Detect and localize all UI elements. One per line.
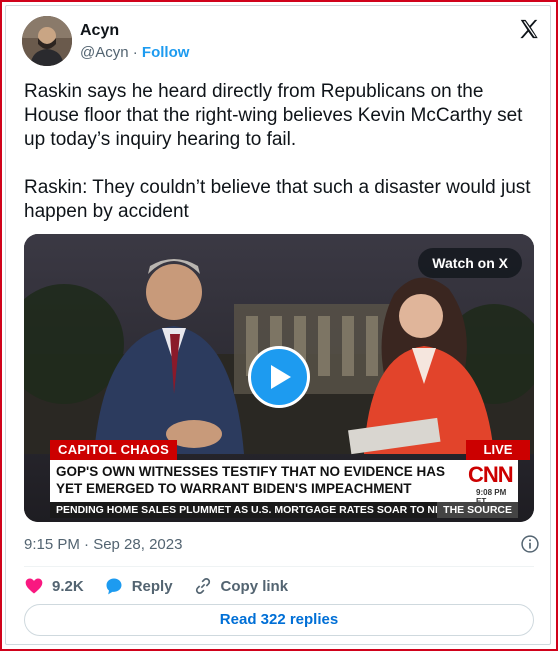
speech-bubble-icon — [106, 578, 122, 595]
follow-button[interactable]: Follow — [142, 44, 190, 61]
handle-separator: · — [132, 44, 138, 61]
chyron-section-label: CAPITOL CHAOS — [50, 440, 178, 460]
author-name[interactable]: Acyn — [80, 22, 119, 40]
read-replies-button[interactable]: Read 322 replies — [24, 604, 534, 636]
play-button[interactable] — [248, 346, 310, 408]
ticker-source: THE SOURCE — [437, 502, 518, 518]
divider — [24, 566, 534, 567]
chyron-headline: GOP'S OWN WITNESSES TESTIFY THAT NO EVID… — [56, 464, 445, 496]
reply-button[interactable]: Reply — [104, 576, 173, 596]
action-bar: 9.2K Reply Copy link — [24, 574, 308, 598]
avatar-image — [22, 16, 72, 66]
copy-link-button[interactable]: Copy link — [193, 576, 289, 596]
like-button[interactable]: 9.2K — [24, 576, 84, 596]
tweet-timestamp[interactable]: 9:15 PM · Sep 28, 2023 — [24, 536, 182, 553]
author-avatar[interactable] — [22, 16, 72, 66]
author-handle-row: @Acyn · Follow — [80, 44, 189, 61]
tweet-text: Raskin says he heard directly from Repub… — [24, 80, 534, 224]
x-logo-icon[interactable] — [518, 18, 540, 40]
live-badge: LIVE — [466, 440, 530, 460]
watch-on-x-button[interactable]: Watch on X — [418, 248, 522, 278]
info-icon[interactable] — [520, 534, 540, 554]
heart-icon — [25, 578, 43, 594]
tweet-paragraph: Raskin: They couldn’t believe that such … — [24, 177, 531, 222]
cnn-logo: CNN — [468, 462, 514, 487]
news-ticker: PENDING HOME SALES PLUMMET AS U.S. MORTG… — [50, 502, 518, 518]
ticker-text: PENDING HOME SALES PLUMMET AS U.S. MORTG… — [56, 504, 495, 516]
like-count: 9.2K — [52, 577, 84, 595]
author-handle[interactable]: @Acyn — [80, 44, 129, 61]
tweet-paragraph: Raskin says he heard directly from Repub… — [24, 81, 523, 150]
link-icon — [195, 578, 210, 594]
play-icon — [271, 365, 291, 389]
chyron-banner: LIVE GOP'S OWN WITNESSES TESTIFY THAT NO… — [50, 440, 530, 506]
reply-label: Reply — [131, 577, 173, 595]
video-player[interactable]: Watch on X CAPITOL CHAOS LIVE GOP'S OWN … — [24, 234, 534, 522]
copy-link-label: Copy link — [220, 577, 289, 595]
